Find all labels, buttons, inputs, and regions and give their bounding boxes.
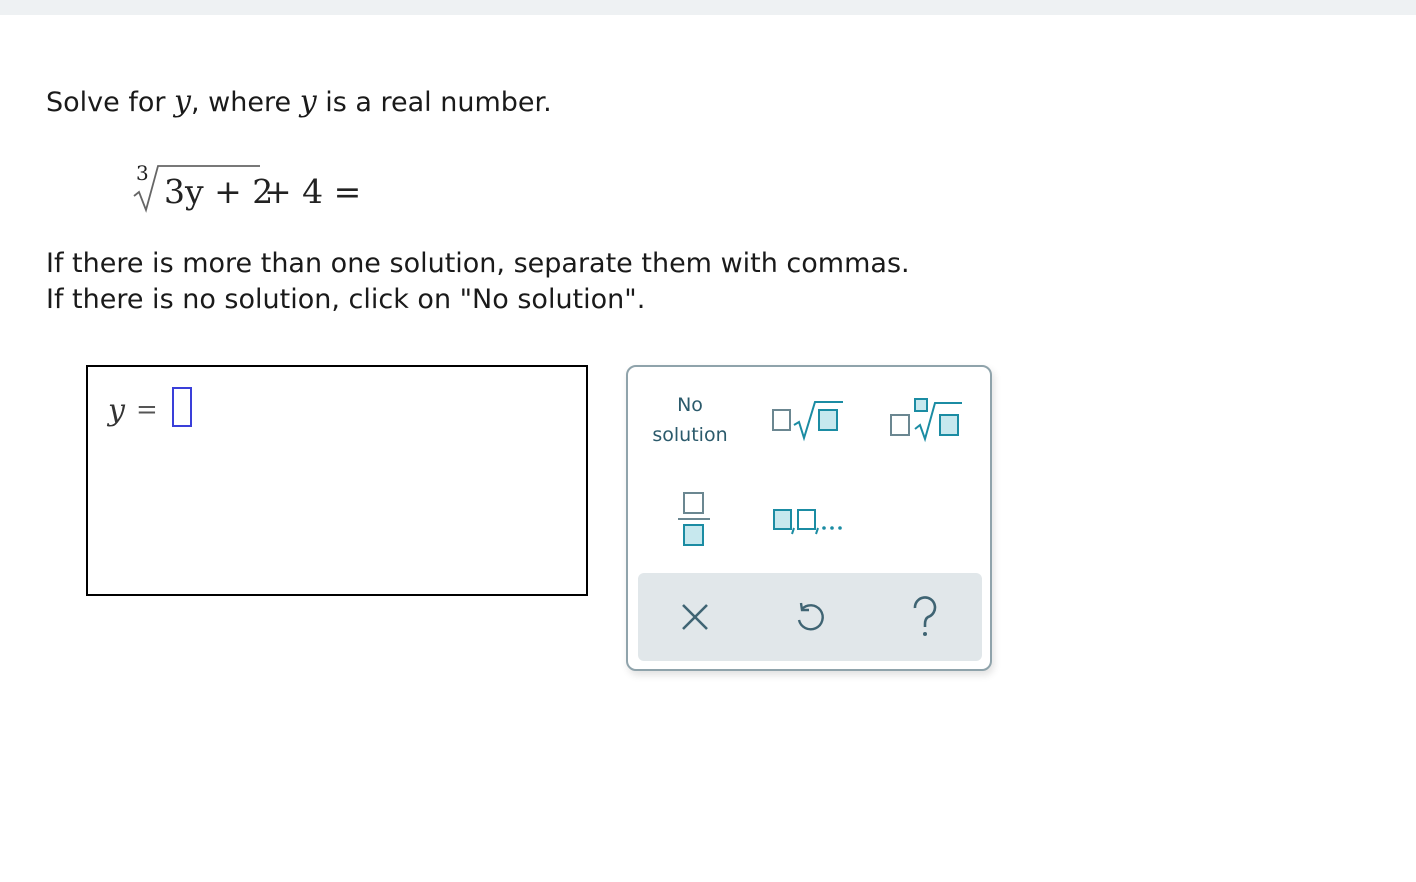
root-index: 3: [136, 161, 149, 185]
equation-svg: 3 3y + 2 + 4 = 6: [133, 161, 393, 213]
top-bar: [0, 0, 1416, 15]
instructions: If there is more than one solution, sepa…: [46, 246, 910, 318]
clear-icon: [682, 604, 708, 630]
prompt-text-before: Solve for: [46, 87, 175, 118]
prompt-variable: y: [174, 84, 191, 119]
instruction-line-2: If there is no solution, click on "No so…: [46, 284, 646, 315]
clear-button[interactable]: [650, 577, 740, 657]
nth-root-button[interactable]: [880, 387, 972, 453]
undo-button[interactable]: [765, 577, 855, 657]
help-icon: [913, 596, 937, 636]
no-solution-label-line-2: solution: [652, 424, 728, 446]
answer-equals: =: [136, 395, 158, 425]
help-button[interactable]: [880, 577, 970, 657]
answer-variable: y: [108, 393, 125, 428]
mixed-sqrt-button[interactable]: [762, 387, 854, 453]
undo-icon: [797, 602, 824, 631]
problem-prompt: Solve for y, where y is a real number.: [46, 84, 552, 119]
radicand: 3y + 2: [164, 172, 273, 211]
math-keypad: No solution: [626, 365, 992, 671]
answer-input-area[interactable]: y =: [86, 365, 588, 596]
equation-rest: + 4 = 6: [264, 172, 372, 211]
prompt-variable: y: [299, 84, 317, 119]
instruction-line-1: If there is more than one solution, sepa…: [46, 248, 910, 279]
no-solution-button[interactable]: No solution: [638, 385, 742, 455]
equation: 3 3y + 2 + 4 = 6: [132, 158, 393, 220]
prompt-text-middle: , where: [191, 87, 300, 118]
no-solution-label-line-1: No: [677, 394, 703, 416]
list-icon: [773, 509, 842, 535]
list-button[interactable]: [762, 489, 858, 549]
mixed-sqrt-icon: [772, 401, 843, 442]
fraction-icon: [678, 492, 710, 546]
keypad-toolbar: [638, 573, 982, 661]
answer-input-slot[interactable]: [172, 387, 192, 427]
prompt-text-after: is a real number.: [316, 87, 552, 118]
nth-root-icon: [890, 398, 962, 443]
fraction-button[interactable]: [648, 483, 740, 555]
